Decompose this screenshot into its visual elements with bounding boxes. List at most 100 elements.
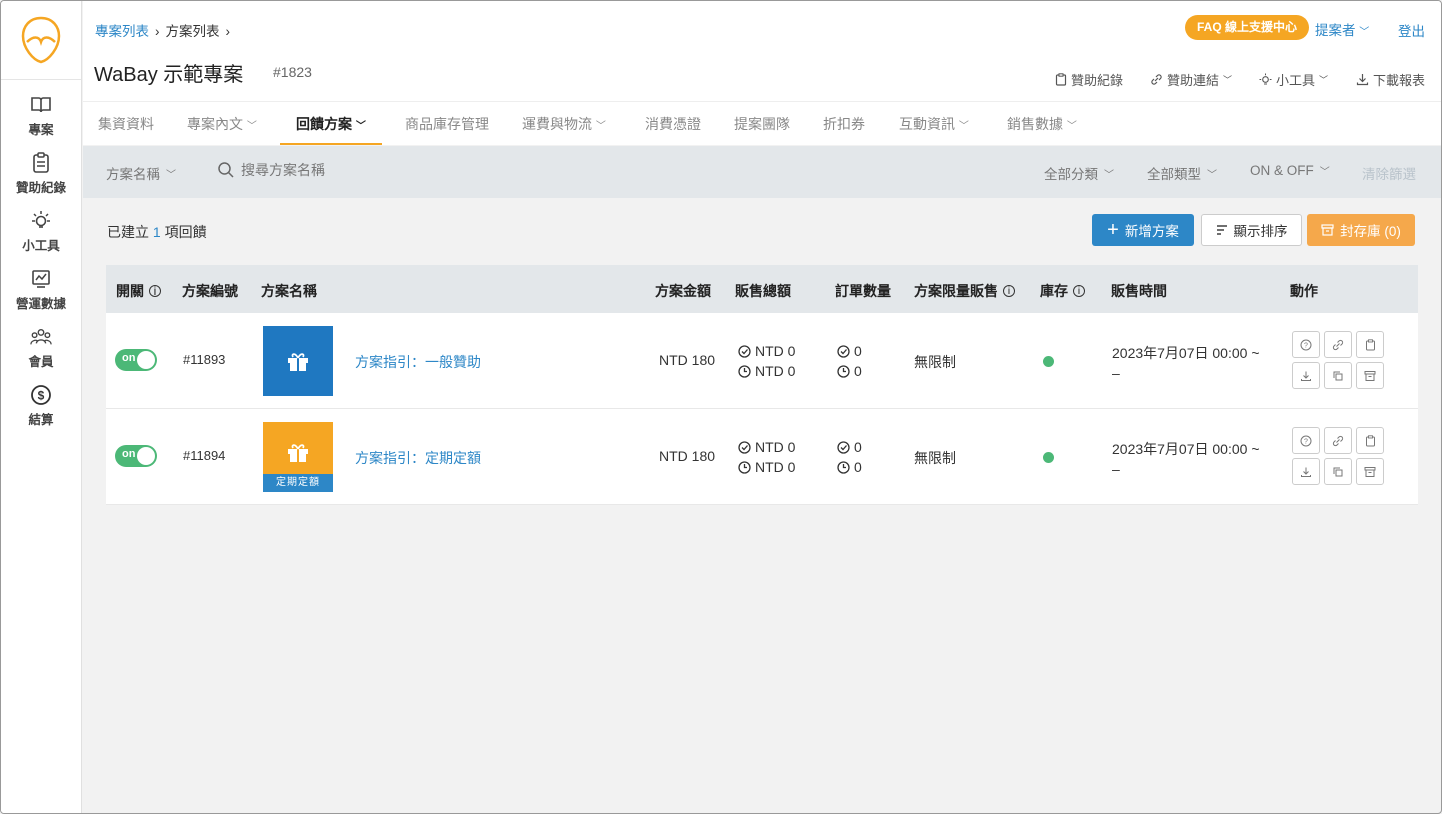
download-button[interactable]: [1292, 362, 1320, 389]
records-button[interactable]: [1356, 331, 1384, 358]
plan-thumbnail[interactable]: [263, 326, 333, 396]
clipboard-icon: [1365, 434, 1375, 446]
download-button[interactable]: [1292, 458, 1320, 485]
archive-button[interactable]: 封存庫 (0): [1307, 214, 1415, 246]
sales-total: NTD 0 NTD 0: [738, 343, 795, 379]
search-field-select[interactable]: 方案名稱 ﹀: [106, 163, 176, 183]
sponsor-link-menu[interactable]: 贊助連結 ﹀: [1150, 70, 1232, 89]
plan-toggle[interactable]: on: [115, 445, 157, 467]
gift-icon: [288, 444, 308, 462]
help-button[interactable]: ?: [1292, 331, 1320, 358]
sidebar-item-analytics[interactable]: 營運數據: [1, 268, 81, 312]
orders-completed-value: 0: [854, 439, 862, 455]
sidebar-item-tools[interactable]: 小工具: [1, 210, 81, 254]
sale-period: 2023年7月07日 00:00 ~ –: [1112, 343, 1260, 383]
sidebar-item-projects[interactable]: 專案: [1, 94, 81, 138]
search-field-label: 方案名稱: [106, 167, 160, 182]
plan-id: #11894: [183, 448, 226, 463]
clock-icon: [738, 364, 751, 378]
link-icon: [1332, 435, 1344, 446]
user-menu[interactable]: 提案者 ﹀: [1315, 19, 1369, 39]
archive-icon: [1321, 224, 1334, 236]
chevron-down-icon: ﹀: [1359, 27, 1370, 38]
info-icon[interactable]: i: [1073, 285, 1085, 297]
sidebar-item-label: 會員: [28, 355, 54, 369]
column-label: 方案名稱: [261, 283, 317, 299]
info-icon[interactable]: i: [149, 284, 161, 298]
tab-shipping[interactable]: 運費與物流 ﹀: [522, 102, 606, 146]
chevron-down-icon: ﹀: [355, 121, 366, 132]
sales-pending-value: NTD 0: [755, 363, 796, 379]
tab-reward-plans[interactable]: 回饋方案 ﹀: [280, 102, 382, 146]
plan-thumbnail[interactable]: 定期定額: [263, 422, 333, 492]
display-order-button[interactable]: 顯示排序: [1201, 214, 1302, 246]
tab-sales-data[interactable]: 銷售數據 ﹀: [1007, 102, 1077, 146]
plus-icon: +: [1107, 219, 1119, 241]
search-box: [217, 161, 481, 179]
toggle-knob: [137, 447, 155, 465]
duplicate-button[interactable]: [1324, 458, 1352, 485]
logo[interactable]: [1, 1, 81, 80]
orders-pending: 0: [837, 363, 862, 379]
copy-link-button[interactable]: [1324, 427, 1352, 454]
records-button[interactable]: [1356, 427, 1384, 454]
tab-label: 集資資料: [98, 116, 154, 132]
tab-label: 折扣券: [823, 116, 865, 132]
sort-icon: [1216, 225, 1227, 235]
column-toggle: 開關 i: [116, 281, 161, 301]
archive-row-button[interactable]: [1356, 458, 1384, 485]
plan-name-link[interactable]: 方案指引：一般贊助: [355, 352, 481, 372]
add-plan-button[interactable]: + 新增方案: [1092, 214, 1194, 246]
sidebar-item-settlement[interactable]: $ 結算: [1, 384, 81, 428]
plan-toggle[interactable]: on: [115, 349, 157, 371]
status-filter[interactable]: ON & OFF ﹀: [1250, 163, 1330, 178]
help-button[interactable]: ?: [1292, 427, 1320, 454]
toggle-label: on: [122, 448, 136, 460]
clear-filter-button[interactable]: 清除篩選: [1362, 163, 1416, 183]
breadcrumb-project-list[interactable]: 專案列表: [95, 24, 149, 39]
toggle-knob: [137, 351, 155, 369]
plan-limit: 無限制: [914, 354, 956, 370]
column-label: 開關: [116, 283, 144, 299]
archive-row-button[interactable]: [1356, 362, 1384, 389]
breadcrumb-plan-list[interactable]: 方案列表: [166, 24, 220, 39]
tab-project-content[interactable]: 專案內文 ﹀: [187, 102, 257, 146]
tab-team[interactable]: 提案團隊: [734, 102, 790, 146]
chevron-down-icon: ﹀: [1207, 169, 1217, 181]
tab-coupons[interactable]: 折扣券: [823, 102, 865, 146]
tab-label: 消費憑證: [645, 116, 701, 132]
dollar-icon: $: [30, 384, 52, 406]
users-icon: [30, 326, 52, 348]
tab-interaction[interactable]: 互動資訊 ﹀: [899, 102, 969, 146]
info-icon[interactable]: i: [1003, 285, 1015, 297]
tab-vouchers[interactable]: 消費憑證: [645, 102, 701, 146]
sidebar-item-members[interactable]: 會員: [1, 326, 81, 370]
copy-link-button[interactable]: [1324, 331, 1352, 358]
sponsor-record-link[interactable]: 贊助紀錄: [1055, 70, 1123, 89]
link-icon: [1151, 74, 1162, 85]
question-icon: ?: [1300, 435, 1312, 446]
tab-inventory[interactable]: 商品庫存管理: [405, 102, 489, 146]
chevron-down-icon: ﹀: [166, 169, 176, 181]
sales-pending: NTD 0: [738, 363, 795, 379]
sale-period-start: 2023年7月07日 00:00 ~: [1112, 345, 1260, 361]
faq-button[interactable]: FAQ 線上支援中心: [1185, 15, 1310, 40]
duplicate-button[interactable]: [1324, 362, 1352, 389]
search-input[interactable]: [241, 162, 481, 178]
orders-pending: 0: [837, 459, 862, 475]
chevron-right-icon: ›: [155, 24, 160, 39]
plan-name-link[interactable]: 方案指引：定期定額: [355, 448, 481, 468]
clock-icon: [837, 460, 850, 474]
tab-funding-data[interactable]: 集資資料: [98, 102, 154, 146]
column-label: 方案編號: [182, 283, 238, 299]
download-report-link[interactable]: 下載報表: [1356, 70, 1425, 89]
category-filter[interactable]: 全部分類 ﹀: [1044, 163, 1114, 183]
sales-completed-value: NTD 0: [755, 439, 796, 455]
column-orders: 訂單數量: [835, 281, 891, 301]
sales-total: NTD 0 NTD 0: [738, 439, 795, 475]
sidebar-item-sponsor-records[interactable]: 贊助紀錄: [1, 152, 81, 196]
type-filter[interactable]: 全部類型 ﹀: [1147, 163, 1217, 183]
user-name: 提案者: [1315, 23, 1356, 38]
logout-link[interactable]: 登出: [1398, 20, 1425, 40]
tools-menu[interactable]: 小工具 ﹀: [1259, 70, 1328, 89]
